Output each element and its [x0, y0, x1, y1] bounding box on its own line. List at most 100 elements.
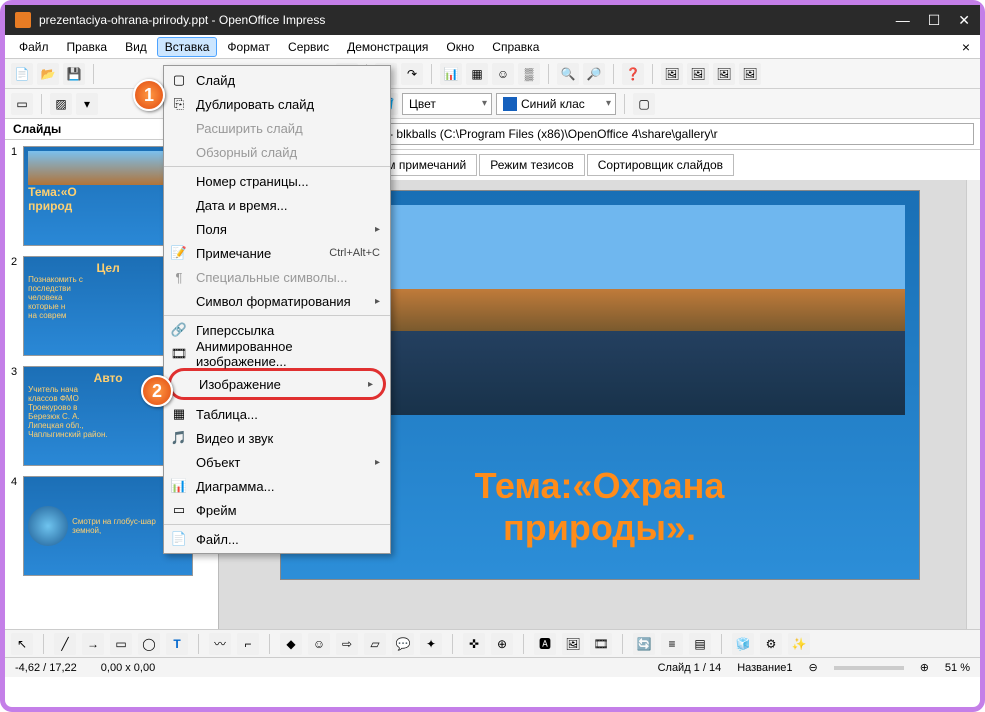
status-size: 0,00 x 0,00	[101, 662, 155, 674]
callout-shapes[interactable]: 💬	[392, 633, 414, 655]
new-button[interactable]: 📄	[11, 63, 33, 85]
points-tool[interactable]: ✜	[463, 633, 485, 655]
chart-button[interactable]: 📊	[440, 63, 462, 85]
drawing-toolbar: ↖ ╱ → ▭ ◯ T 〰 ⌐ ◆ ☺ ⇨ ▱ 💬 ✦ ✜ ⊕ 🅰 🖼 🎞 🔄 …	[5, 629, 980, 657]
flowchart-shapes[interactable]: ▱	[364, 633, 386, 655]
align-tool[interactable]: ≡	[661, 633, 683, 655]
from-file-tool[interactable]: 🖼	[562, 633, 584, 655]
menu-item-chart[interactable]: 📊Диаграмма...	[164, 474, 390, 498]
duplicate-icon: ⎘	[170, 96, 188, 112]
menubar-close-button[interactable]: ×	[958, 39, 974, 55]
tool-rect[interactable]: ▭	[11, 93, 33, 115]
tb-btn-2[interactable]: 🖼	[713, 63, 735, 85]
minimize-button[interactable]: —	[896, 12, 910, 29]
tab-sorter[interactable]: Сортировщик слайдов	[587, 154, 734, 176]
status-zoom: 51 %	[945, 662, 970, 674]
menu-item-specialchars: ¶Специальные символы...	[164, 265, 390, 289]
table-button[interactable]: ▦	[466, 63, 488, 85]
insert-menu-dropdown: ▢Слайд ⎘Дублировать слайд Расширить слай…	[163, 65, 391, 554]
menubar: Файл Правка Вид Вставка Формат Сервис Де…	[5, 35, 980, 59]
fontwork-tool[interactable]: 🅰	[534, 633, 556, 655]
menu-item-av[interactable]: 🎵Видео и звук	[164, 426, 390, 450]
menu-file[interactable]: Файл	[11, 37, 57, 57]
ellipse-tool[interactable]: ◯	[138, 633, 160, 655]
animation-icon: 🎞	[170, 346, 188, 362]
menu-item-formatmark[interactable]: Символ форматирования▸	[164, 289, 390, 313]
window-title: prezentaciya-ohrana-prirody.ppt - OpenOf…	[39, 13, 325, 27]
chevron-down-icon[interactable]: ▾	[76, 93, 98, 115]
animation-tool[interactable]: ✨	[788, 633, 810, 655]
symbol-shapes[interactable]: ☺	[308, 633, 330, 655]
extrusion-tool[interactable]: 🧊	[732, 633, 754, 655]
chart-icon: 📊	[170, 478, 188, 494]
status-layout: Название1	[737, 662, 792, 674]
close-window-button[interactable]: ✕	[958, 12, 970, 29]
fill-type-select[interactable]: Цвет	[402, 93, 492, 115]
menu-demo[interactable]: Демонстрация	[339, 37, 436, 57]
shadow-button[interactable]: ▢	[633, 93, 655, 115]
menu-item-file[interactable]: 📄Файл...	[164, 527, 390, 551]
menu-item-slide[interactable]: ▢Слайд	[164, 68, 390, 92]
menu-edit[interactable]: Правка	[59, 37, 116, 57]
menu-item-object[interactable]: Объект▸	[164, 450, 390, 474]
table-icon: ▦	[170, 406, 188, 422]
gallery-button[interactable]: 🖼	[661, 63, 683, 85]
curve-tool[interactable]: 〰	[209, 633, 231, 655]
menu-item-fields[interactable]: Поля▸	[164, 217, 390, 241]
media-icon: 🎵	[170, 430, 188, 446]
help-button[interactable]: ❓	[622, 63, 644, 85]
open-button[interactable]: 📂	[37, 63, 59, 85]
status-slide: Слайд 1 / 14	[658, 662, 722, 674]
tb-btn-3[interactable]: 🖼	[739, 63, 761, 85]
save-button[interactable]: 💾	[63, 63, 85, 85]
color-select[interactable]: Синий клас	[496, 93, 616, 115]
menu-item-frame[interactable]: ▭Фрейм	[164, 498, 390, 522]
menu-item-datetime[interactable]: Дата и время...	[164, 193, 390, 217]
grid-button[interactable]: ▒	[518, 63, 540, 85]
callout-2: 2	[141, 375, 173, 407]
redo-button[interactable]: ↷	[401, 63, 423, 85]
arrows-shapes[interactable]: ⇨	[336, 633, 358, 655]
hyperlink-icon: 🔗	[170, 322, 188, 338]
menu-insert[interactable]: Вставка	[157, 37, 218, 57]
arrow-tool[interactable]: →	[82, 633, 104, 655]
select-tool[interactable]: ↖	[11, 633, 33, 655]
menu-window[interactable]: Окно	[438, 37, 482, 57]
zoom-button[interactable]: 🔎	[583, 63, 605, 85]
menu-format[interactable]: Формат	[219, 37, 278, 57]
zoom-in-button[interactable]: ⊕	[920, 661, 929, 674]
rect-tool[interactable]: ▭	[110, 633, 132, 655]
menu-view[interactable]: Вид	[117, 37, 155, 57]
vertical-scrollbar[interactable]	[966, 180, 980, 629]
maximize-button[interactable]: ☐	[928, 12, 941, 29]
gallery-tool[interactable]: 🎞	[590, 633, 612, 655]
emoji-button[interactable]: ☺	[492, 63, 514, 85]
titlebar: prezentaciya-ohrana-prirody.ppt - OpenOf…	[5, 5, 980, 35]
menu-item-table[interactable]: ▦Таблица...	[164, 402, 390, 426]
menu-item-pagenum[interactable]: Номер страницы...	[164, 169, 390, 193]
rotate-tool[interactable]: 🔄	[633, 633, 655, 655]
zoom-out-button[interactable]: ⊖	[808, 661, 817, 674]
glue-tool[interactable]: ⊕	[491, 633, 513, 655]
app-icon	[15, 12, 31, 28]
star-shapes[interactable]: ✦	[420, 633, 442, 655]
text-tool[interactable]: T	[166, 633, 188, 655]
menu-item-image[interactable]: Изображение▸	[171, 372, 383, 396]
menu-item-dup-slide[interactable]: ⎘Дублировать слайд	[164, 92, 390, 116]
tab-handout[interactable]: Режим тезисов	[479, 154, 585, 176]
menu-item-note[interactable]: 📝ПримечаниеCtrl+Alt+C	[164, 241, 390, 265]
arrange-tool[interactable]: ▤	[689, 633, 711, 655]
callout-1: 1	[133, 79, 165, 111]
zoom-slider[interactable]	[834, 666, 904, 670]
tb-btn-1[interactable]: 🖼	[687, 63, 709, 85]
navigator-button[interactable]: 🔍	[557, 63, 579, 85]
interaction-tool[interactable]: ⚙	[760, 633, 782, 655]
menu-item-anim[interactable]: 🎞Анимированное изображение...	[164, 342, 390, 366]
line-tool[interactable]: ╱	[54, 633, 76, 655]
menu-service[interactable]: Сервис	[280, 37, 337, 57]
special-chars-icon: ¶	[170, 270, 188, 285]
tool-highlight[interactable]: ▨	[50, 93, 72, 115]
menu-help[interactable]: Справка	[484, 37, 547, 57]
shapes-tool[interactable]: ◆	[280, 633, 302, 655]
connector-tool[interactable]: ⌐	[237, 633, 259, 655]
